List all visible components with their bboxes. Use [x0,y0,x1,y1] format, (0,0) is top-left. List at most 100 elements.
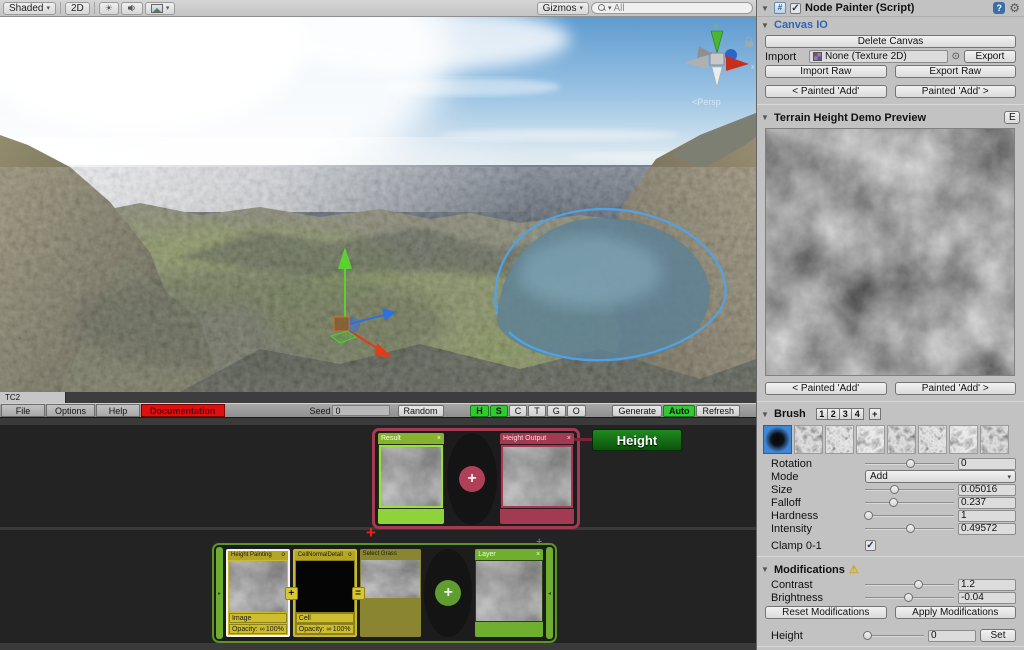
size-slider[interactable] [865,484,954,496]
menu-help[interactable]: Help [96,404,140,417]
node-editor-canvas[interactable]: Result × + Height Output × [0,418,756,650]
brush-slot-4[interactable]: 4 [852,408,864,420]
painted-next-button[interactable]: Painted 'Add' > [895,382,1017,395]
brush-thumb[interactable] [856,425,885,454]
node-layer[interactable]: Layer × [475,549,543,637]
2d-toggle-button[interactable]: 2D [65,2,90,15]
painted-prev-button[interactable]: < Painted 'Add' [765,382,887,395]
node-group-output[interactable]: Result × + Height Output × [372,428,580,529]
section-preview[interactable]: ▼ Terrain Height Demo Preview E [757,109,1024,126]
toggle-s[interactable]: S [490,405,508,417]
node-connector-slot[interactable]: + [424,549,472,637]
foldout-icon[interactable]: ▼ [761,113,770,122]
options-icon[interactable]: o [348,551,351,560]
brush-slot-add[interactable]: + [869,408,881,420]
brush-thumb-selected[interactable] [763,425,792,454]
brush-thumb[interactable] [887,425,916,454]
section-canvas-io[interactable]: ▼ Canvas IO [757,17,1024,33]
intensity-slider[interactable] [865,523,954,535]
tab-tc2[interactable]: TC2 [0,392,66,403]
component-enabled-checkbox[interactable]: ✓ [790,3,801,14]
height-output-tag[interactable]: Height [592,429,682,451]
menu-documentation[interactable]: Documentation [141,404,225,417]
options-icon[interactable]: o [281,551,284,560]
falloff-slider[interactable] [865,497,954,509]
contrast-slider[interactable] [865,579,954,591]
height-value-field[interactable] [928,630,976,642]
toggle-c[interactable]: C [509,405,528,417]
add-node-icon[interactable]: + [459,466,485,492]
intensity-value-field[interactable] [958,523,1016,535]
gizmos-dropdown[interactable]: Gizmos ▾ [537,2,589,15]
lighting-toggle-button[interactable]: ☀ [99,2,119,15]
brush-thumb[interactable] [980,425,1009,454]
height-slider[interactable] [865,630,924,642]
mode-dropdown[interactable]: Add ▾ [865,470,1016,483]
node-opacity-strip[interactable]: Opacity: ∞ 100% [229,624,287,634]
help-icon[interactable]: ? [993,2,1005,14]
hardness-value-field[interactable] [958,510,1016,522]
brightness-value-field[interactable] [958,592,1016,604]
brush-thumb[interactable] [918,425,947,454]
node-select-grass[interactable]: Select Grass [360,549,422,637]
foldout-icon[interactable]: ▼ [761,565,770,574]
painted-next-button[interactable]: Painted 'Add' > [895,85,1017,98]
rotation-slider[interactable] [865,458,954,470]
generate-button[interactable]: Generate [612,405,662,417]
add-node-icon[interactable]: + [435,580,461,606]
rotation-value-field[interactable] [958,458,1016,470]
close-icon[interactable]: × [536,549,540,560]
falloff-value-field[interactable] [958,497,1016,509]
set-height-button[interactable]: Set [980,629,1016,642]
edit-preview-button[interactable]: E [1004,111,1020,124]
menu-file[interactable]: File [1,404,45,417]
close-icon[interactable]: × [437,433,441,444]
brush-slot-3[interactable]: 3 [840,408,852,420]
seed-input[interactable] [332,405,390,416]
menu-options[interactable]: Options [46,404,95,417]
audio-toggle-button[interactable] [121,2,143,15]
contrast-value-field[interactable] [958,579,1016,591]
foldout-icon[interactable]: ▼ [761,410,770,419]
blend-add-connector[interactable]: + [285,587,298,600]
component-header[interactable]: ▼ # ✓ Node Painter (Script) ? ⚙ [757,0,1024,17]
foldout-icon[interactable]: ▼ [761,21,770,30]
node-cell-normal-detail[interactable]: CellNormalDetail o Cell Opacity: ∞ 100% [293,549,357,637]
effects-dropdown[interactable]: ▾ [145,2,176,15]
scene-view[interactable]: y x <Persp [0,17,756,392]
group-edge-handle[interactable]: ◂ [546,547,553,639]
blend-equals-connector[interactable]: = [352,587,365,600]
section-brush[interactable]: ▼ Brush 1 2 3 4 + [757,406,1024,422]
foldout-icon[interactable]: ▼ [761,4,770,13]
brush-thumb[interactable] [825,425,854,454]
toggle-g[interactable]: G [547,405,566,417]
export-raw-button[interactable]: Export Raw [895,65,1017,78]
scene-search-input[interactable]: ▾ All [591,2,753,14]
export-button[interactable]: Export [964,50,1016,63]
toggle-o[interactable]: O [567,405,586,417]
draw-mode-dropdown[interactable]: Shaded ▾ [3,2,56,15]
close-icon[interactable]: × [567,433,571,444]
brightness-slider[interactable] [865,592,954,604]
random-button[interactable]: Random [398,405,444,417]
group-edge-handle[interactable]: ▸ [216,547,223,639]
brush-slot-1[interactable]: 1 [816,408,828,420]
node-height-painting[interactable]: Height Painting o Image Opacity: ∞ 100% [226,549,290,637]
gear-icon[interactable]: ⚙ [1009,1,1020,15]
toggle-t[interactable]: T [528,405,546,417]
brush-thumb[interactable] [949,425,978,454]
import-texture-field[interactable]: None (Texture 2D) [809,50,948,63]
toggle-h[interactable]: H [470,405,489,417]
import-raw-button[interactable]: Import Raw [765,65,887,78]
painted-prev-button[interactable]: < Painted 'Add' [765,85,887,98]
refresh-button[interactable]: Refresh [696,405,740,417]
node-opacity-strip[interactable]: Opacity: ∞ 100% [296,624,354,634]
clamp-checkbox[interactable]: ✓ [865,540,876,551]
node-group-layer[interactable]: ▸ Height Painting o Image Opacity: ∞ 100 [212,543,557,643]
apply-modifications-button[interactable]: Apply Modifications [895,606,1017,619]
auto-toggle[interactable]: Auto [663,405,696,417]
hardness-slider[interactable] [865,510,954,522]
node-result[interactable]: Result × [378,433,444,524]
object-picker-icon[interactable]: ⊙ [952,51,960,62]
reset-modifications-button[interactable]: Reset Modifications [765,606,887,619]
